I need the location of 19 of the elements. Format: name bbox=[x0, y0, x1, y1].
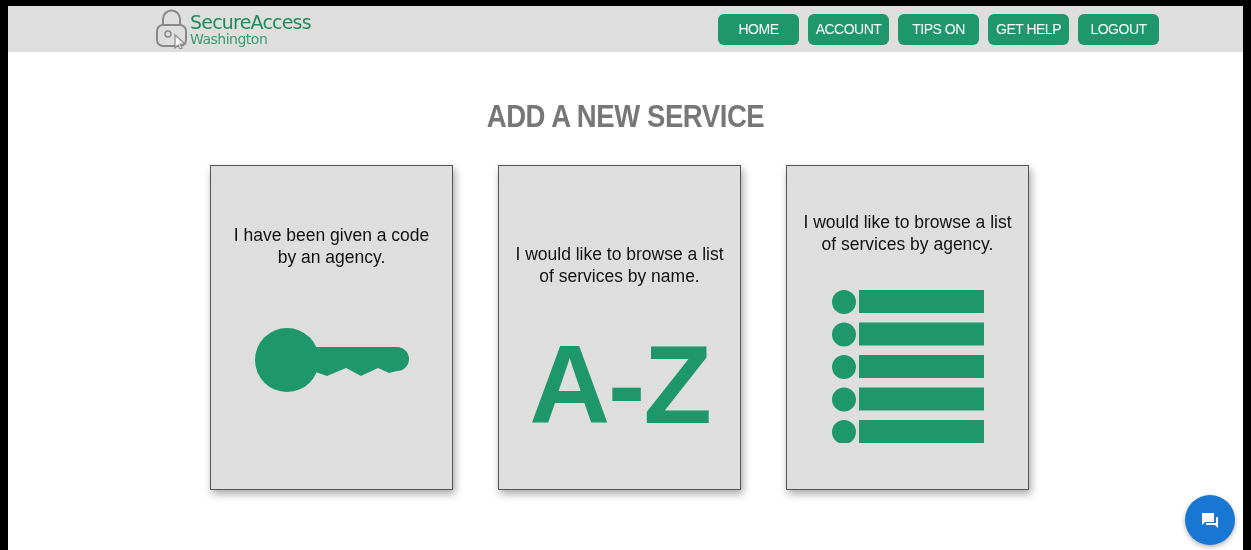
service-card[interactable]: I would like to browse a list of services by agency. bbox=[786, 165, 1029, 490]
nav-button[interactable]: ACCOUNT bbox=[808, 13, 889, 45]
nav-button[interactable]: LOGOUT bbox=[1078, 13, 1159, 45]
service-card[interactable]: I would like to browse a list of services by name. A-Z bbox=[498, 165, 741, 490]
service-card[interactable]: I have been given a code by an agency. bbox=[210, 165, 453, 490]
chat-button[interactable] bbox=[1185, 495, 1235, 545]
padlock-icon bbox=[155, 9, 188, 49]
nav-button[interactable]: GET HELP bbox=[988, 13, 1069, 45]
nav-button[interactable]: TIPS ON bbox=[898, 13, 979, 45]
a-z-letters: A-Z bbox=[529, 329, 710, 441]
key-icon bbox=[254, 328, 409, 392]
card-text: I would like to browse a list of services by name. bbox=[514, 243, 725, 287]
card-text: I have been given a code by an agency. bbox=[232, 224, 431, 268]
nav-button[interactable]: HOME bbox=[718, 13, 799, 45]
list-icon bbox=[831, 290, 984, 443]
logo-subtitle: Washington bbox=[190, 31, 269, 46]
page-heading: ADD A NEW SERVICE bbox=[485, 98, 766, 135]
card-text: I would like to browse a list of services by agency. bbox=[802, 211, 1013, 255]
logo-title: SecureAccess bbox=[190, 12, 311, 32]
